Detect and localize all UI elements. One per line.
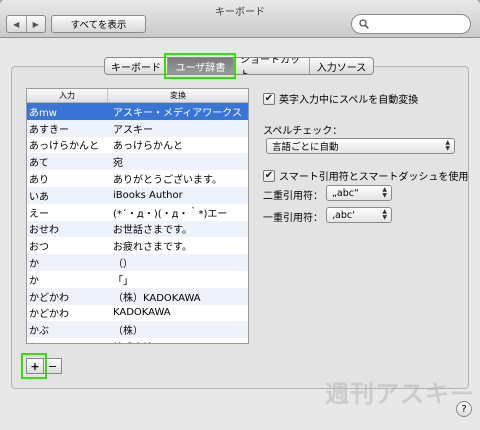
conversion-cell: アスキー・メディアワークス bbox=[113, 107, 242, 119]
conversion-cell: KADOKAWA bbox=[113, 307, 171, 319]
input-cell: か bbox=[29, 259, 39, 271]
column-header-conversion[interactable]: 変換 bbox=[108, 89, 248, 102]
double-quote-popup[interactable]: „abc“ ▲ ▼ bbox=[326, 185, 392, 201]
tab-bar: キーボード ユーザ辞書 ショートカット 入力ソース bbox=[104, 57, 374, 75]
auto-spell-label: 英字入力中にスペルを自動変換 bbox=[279, 95, 419, 106]
single-quote-label: 一重引用符： bbox=[263, 213, 323, 224]
input-cell: いあ bbox=[29, 191, 49, 203]
table-header: 入力 変換 bbox=[27, 89, 248, 103]
conversion-cell: 「」 bbox=[113, 275, 133, 287]
input-cell: おせわ bbox=[29, 225, 59, 237]
table-body: あmw アスキー・メディアワークス あすきー アスキー あっけらかんと あっけらかんと あて… bbox=[27, 103, 248, 343]
table-row[interactable]: あっけらかんと あっけらかんと bbox=[27, 137, 248, 154]
title-bar: キーボード ◀ ▶ すべてを表示 bbox=[0, 0, 480, 38]
user-dictionary-table[interactable]: 入力 変換 あmw アスキー・メディアワークス あすきー アスキー あっけらかんと あっけ… bbox=[26, 88, 249, 344]
keyboard-preferences-window: キーボード ◀ ▶ すべてを表示 キーボード ユーザ辞書 ショートカット 入力ソ… bbox=[0, 0, 480, 430]
input-cell: あmw bbox=[29, 107, 57, 119]
search-field[interactable] bbox=[351, 14, 471, 34]
input-cell: あり bbox=[29, 175, 49, 187]
conversion-cell: iBooks Author bbox=[113, 189, 183, 201]
smart-quotes-label: スマート引用符とスマートダッシュを使用 bbox=[279, 172, 469, 183]
table-row[interactable]: あすきー アスキー bbox=[27, 119, 248, 137]
popup-arrows-icon: ▲ ▼ bbox=[382, 208, 387, 221]
add-button-highlight-box bbox=[21, 353, 47, 379]
table-row[interactable]: かどかわ KADOKAWA bbox=[27, 305, 248, 322]
tab-input-sources[interactable]: 入力ソース bbox=[309, 58, 373, 74]
conversion-cell: （株）KADOKAWA bbox=[113, 292, 201, 304]
table-row[interactable]: かぶ株式会社 bbox=[27, 338, 248, 343]
double-quote-value: „abc“ bbox=[332, 187, 359, 199]
spell-check-popup[interactable]: 言語ごとに自動 ▲ ▼ bbox=[266, 138, 455, 154]
watermark-logo: 週刊アスキー bbox=[325, 380, 475, 408]
conversion-cell: あっけらかんと bbox=[113, 141, 183, 153]
single-quote-value: ‚abc‘ bbox=[332, 209, 356, 221]
input-cell: かどかわ bbox=[29, 292, 69, 304]
input-cell: あすきー bbox=[29, 124, 69, 136]
table-row[interactable]: かぶ （株） bbox=[27, 321, 248, 339]
input-cell: おつ bbox=[29, 242, 49, 254]
input-cell: かぶ bbox=[29, 326, 49, 338]
single-quote-popup[interactable]: ‚abc‘ ▲ ▼ bbox=[326, 207, 392, 223]
conversion-cell: （） bbox=[113, 259, 133, 271]
smart-quotes-option[interactable]: ✔ スマート引用符とスマートダッシュを使用 bbox=[263, 168, 468, 183]
input-cell: か bbox=[29, 275, 39, 287]
table-row[interactable]: おつ お疲れさまです。 bbox=[27, 237, 248, 254]
input-cell: えー bbox=[29, 208, 49, 220]
popup-arrows-icon: ▲ ▼ bbox=[382, 186, 387, 199]
input-cell: かぶ bbox=[27, 339, 108, 343]
conversion-cell: ありがとうございます。 bbox=[113, 175, 222, 187]
smart-quotes-checkbox[interactable]: ✔ bbox=[263, 169, 275, 182]
conversion-cell: (*´・д・)(・д・｀*)エー bbox=[113, 208, 228, 220]
popup-arrows-icon: ▲ ▼ bbox=[445, 139, 450, 152]
table-row[interactable]: えー (*´・д・)(・д・｀*)エー bbox=[27, 204, 248, 221]
table-row[interactable]: あて 宛 bbox=[27, 153, 248, 171]
table-row[interactable]: あり ありがとうございます。 bbox=[27, 170, 248, 187]
tab-shortcuts[interactable]: ショートカット bbox=[233, 58, 309, 74]
table-row[interactable]: おせわ お世話さまです。 bbox=[27, 220, 248, 238]
conversion-cell: 宛 bbox=[113, 158, 123, 170]
back-button[interactable]: ◀ bbox=[7, 16, 26, 32]
input-cell: かどかわ bbox=[29, 309, 69, 321]
column-header-input[interactable]: 入力 bbox=[27, 89, 108, 102]
auto-spell-option[interactable]: ✔ 英字入力中にスペルを自動変換 bbox=[263, 91, 418, 106]
forward-icon: ▶ bbox=[32, 19, 39, 29]
table-row[interactable]: か （） bbox=[27, 254, 248, 271]
back-forward-group: ◀ ▶ bbox=[6, 15, 46, 33]
conversion-cell: （株） bbox=[113, 326, 143, 338]
spell-check-value: 言語ごとに自動 bbox=[272, 142, 339, 153]
spell-check-label: スペルチェック： bbox=[263, 126, 343, 137]
tab-keyboard[interactable]: キーボード bbox=[105, 58, 167, 74]
show-all-button[interactable]: すべてを表示 bbox=[51, 15, 146, 33]
double-quote-label: 二重引用符： bbox=[263, 191, 323, 202]
tab-highlight-box bbox=[164, 53, 236, 79]
input-cell: あっけらかんと bbox=[29, 141, 99, 153]
table-row[interactable]: あmw アスキー・メディアワークス bbox=[27, 103, 248, 120]
conversion-cell: お世話さまです。 bbox=[113, 225, 192, 237]
back-icon: ◀ bbox=[13, 19, 20, 29]
table-row[interactable]: いあ iBooks Author bbox=[27, 186, 248, 204]
table-row[interactable]: か 「」 bbox=[27, 271, 248, 288]
auto-spell-checkbox[interactable]: ✔ bbox=[263, 92, 275, 105]
input-cell: あて bbox=[29, 158, 49, 170]
help-button[interactable]: ? bbox=[456, 401, 472, 417]
conversion-cell: アスキー bbox=[113, 124, 153, 136]
search-icon bbox=[359, 19, 369, 29]
forward-button[interactable]: ▶ bbox=[25, 16, 46, 32]
conversion-cell: お疲れさまです。 bbox=[113, 242, 192, 254]
table-row[interactable]: かどかわ （株）KADOKAWA bbox=[27, 287, 248, 305]
conversion-cell: 株式会社 bbox=[108, 339, 248, 343]
